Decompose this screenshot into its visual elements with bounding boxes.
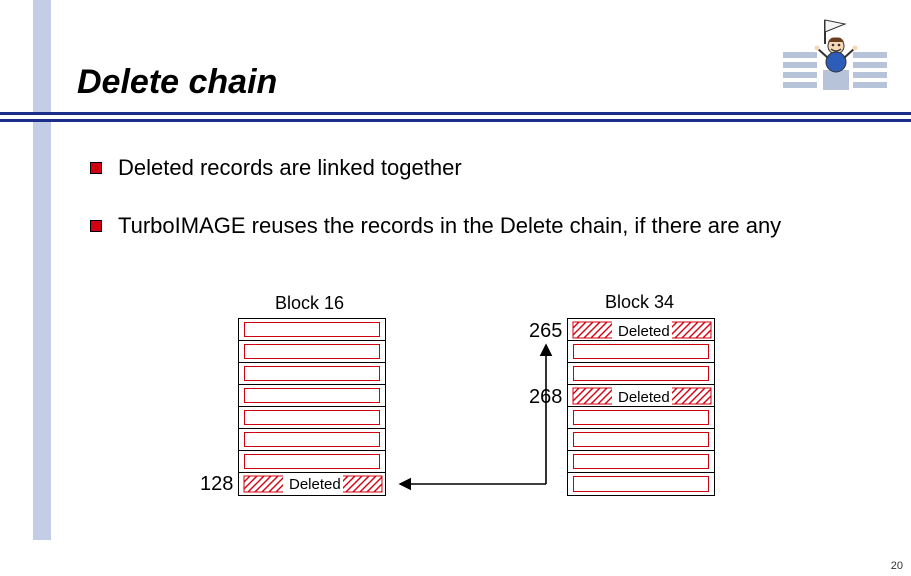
block16-deleted-text: Deleted xyxy=(289,476,341,493)
block34-deleted-text-265: Deleted xyxy=(618,323,670,340)
diagram: Block 16 128 Deleted Block 34 xyxy=(0,0,911,576)
chain-arrows xyxy=(0,0,911,576)
page-number: 20 xyxy=(891,560,903,572)
block34-deleted-text-268: Deleted xyxy=(618,389,670,406)
